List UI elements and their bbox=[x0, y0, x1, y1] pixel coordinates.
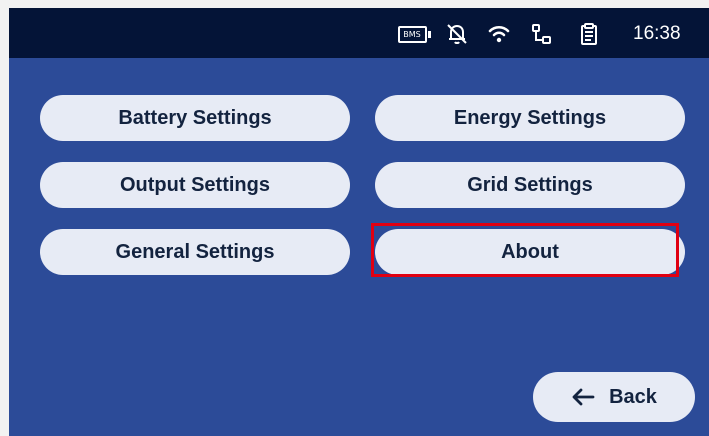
bms-battery-icon: BMS bbox=[396, 22, 432, 46]
bell-off-icon bbox=[442, 22, 472, 46]
back-label: Back bbox=[609, 385, 657, 408]
back-button[interactable]: Back bbox=[533, 372, 695, 422]
status-clock: 16:38 bbox=[633, 23, 681, 44]
battery-settings-button[interactable]: Battery Settings bbox=[40, 95, 350, 141]
grid-settings-button[interactable]: Grid Settings bbox=[375, 162, 685, 208]
left-arrow-icon bbox=[571, 387, 595, 407]
output-settings-button[interactable]: Output Settings bbox=[40, 162, 350, 208]
about-button[interactable]: About bbox=[375, 229, 685, 275]
wifi-icon bbox=[484, 22, 514, 46]
energy-settings-button[interactable]: Energy Settings bbox=[375, 95, 685, 141]
bms-label: BMS bbox=[397, 25, 427, 43]
status-bar: BMS 16:38 bbox=[9, 8, 709, 58]
clipboard-icon bbox=[574, 22, 604, 46]
network-tree-icon bbox=[526, 22, 556, 46]
settings-screen: BMS 16:38 Battery Settings Energy Settin… bbox=[9, 8, 709, 436]
general-settings-button[interactable]: General Settings bbox=[40, 229, 350, 275]
battery-terminal-icon bbox=[427, 30, 431, 38]
